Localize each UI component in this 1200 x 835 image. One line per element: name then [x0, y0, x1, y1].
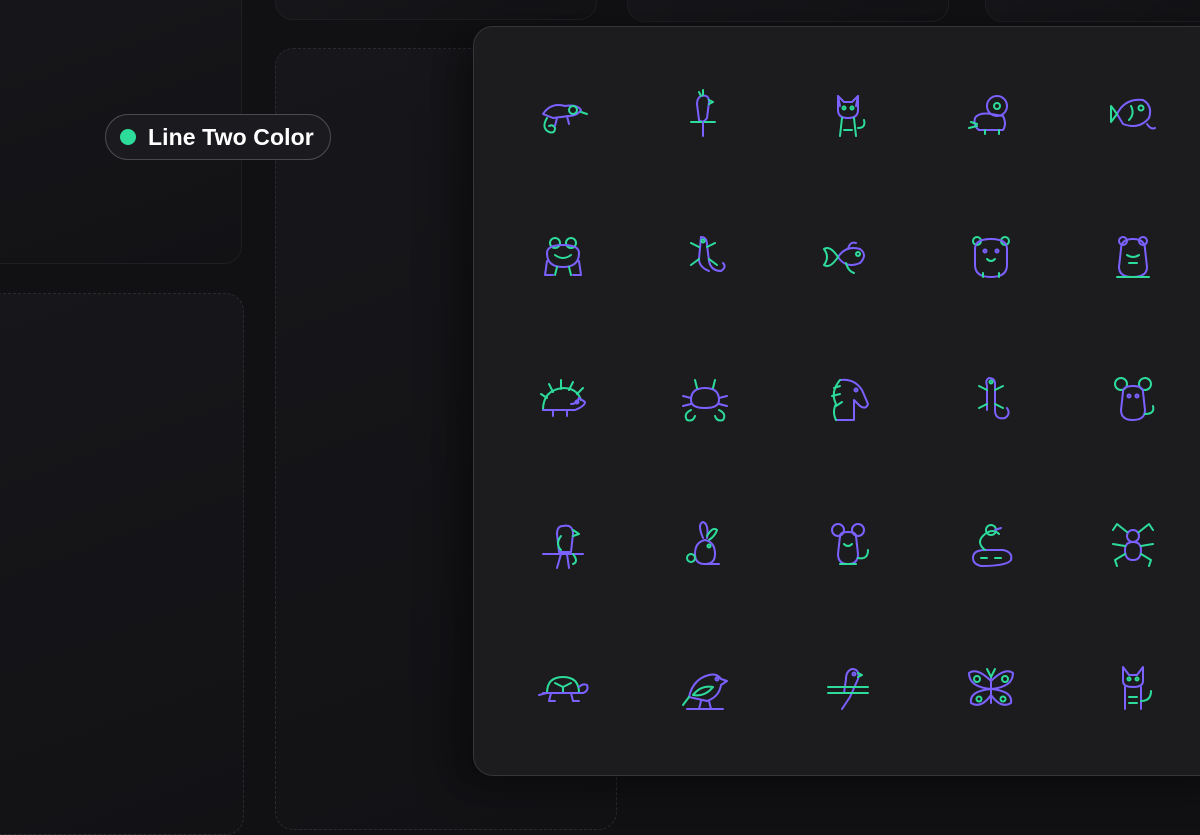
status-dot	[120, 129, 136, 145]
snake-icon	[961, 514, 1021, 574]
cat-icon	[818, 84, 878, 144]
background-panel	[985, 0, 1200, 22]
parrot-on-perch-icon	[675, 84, 735, 144]
background-panel	[275, 0, 597, 20]
turtle-icon	[533, 657, 593, 717]
frog-icon	[533, 227, 593, 287]
horse-icon	[818, 370, 878, 430]
rabbit-icon	[675, 514, 735, 574]
rat-icon	[818, 514, 878, 574]
fish-icon	[1103, 84, 1163, 144]
goldfish-icon	[818, 227, 878, 287]
hamster-icon	[961, 227, 1021, 287]
lizard-icon	[675, 227, 735, 287]
parakeet-icon	[818, 657, 878, 717]
background-panel	[0, 293, 244, 835]
background-panel	[627, 0, 949, 22]
mouse-icon	[1103, 370, 1163, 430]
hedgehog-icon	[533, 370, 593, 430]
chameleon-icon	[533, 84, 593, 144]
crab-icon	[675, 370, 735, 430]
icon-grid-card	[473, 26, 1200, 776]
bird-icon	[675, 657, 735, 717]
kitten-icon	[1103, 657, 1163, 717]
style-label: Line Two Color	[148, 123, 314, 150]
parrot-icon	[533, 514, 593, 574]
spider-icon	[1103, 514, 1163, 574]
butterfly-icon	[961, 657, 1021, 717]
ferret-icon	[961, 84, 1021, 144]
guinea-pig-icon	[1103, 227, 1163, 287]
gecko-icon	[961, 370, 1021, 430]
style-badge: Line Two Color	[105, 114, 331, 160]
